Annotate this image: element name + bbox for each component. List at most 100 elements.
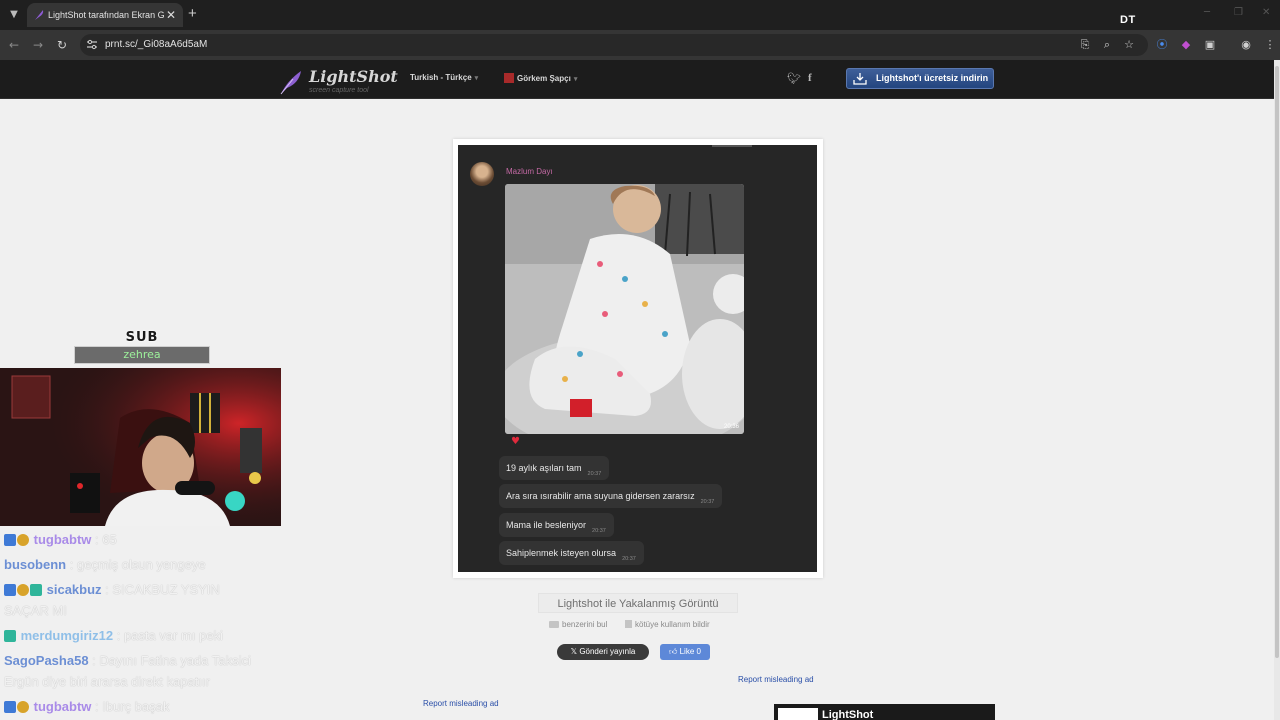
badge-icon — [4, 630, 16, 642]
webcam-illustration — [0, 368, 281, 526]
chat-line: SagoPasha58 : Dayını Fatina yada Taksici — [4, 652, 251, 670]
window-close-icon[interactable]: ✕ — [1262, 7, 1270, 18]
chat-username[interactable]: tugbabtw — [34, 699, 92, 714]
scrollbar-thumb[interactable] — [1275, 66, 1279, 658]
logo-subtitle: screen capture tool — [309, 87, 369, 94]
profile-icon[interactable]: ◉ — [1240, 39, 1252, 51]
chat-line: tugbabtw : 65 — [4, 531, 117, 549]
user-name: Görkem Şapçı — [517, 74, 571, 83]
language-selector[interactable]: Turkish - Türkçe ▾ — [410, 73, 478, 82]
url-text[interactable]: prnt.sc/_Gi08aA6d5aM — [105, 38, 207, 52]
chevron-down-icon: ▾ — [573, 76, 578, 83]
badge-icon — [17, 534, 29, 546]
back-icon[interactable]: ← — [6, 37, 22, 53]
badge-icon — [4, 534, 16, 546]
tweet-button[interactable]: 𝕏 Gönderi yayınla — [557, 644, 649, 660]
thumbs-up-icon: 👍︎ — [669, 647, 680, 656]
stream-overlay-logo: DT — [1120, 14, 1136, 26]
chat-message-text: : SICAKBUZ YSYIN — [105, 582, 220, 597]
badge-icon — [17, 584, 29, 596]
chat-line: busobenn : geçmiş olsun yengeye — [4, 556, 206, 574]
install-icon[interactable]: ⎘ — [1078, 38, 1092, 52]
chat-message: Ara sıra ısırabilir ama suyuna gidersen … — [499, 484, 723, 508]
site-info-icon[interactable] — [86, 39, 98, 51]
badge-icon — [4, 701, 16, 713]
extension-pink-icon[interactable]: ◆ — [1180, 39, 1192, 51]
page-title: Lightshot ile Yakalanmış Görüntü — [538, 593, 738, 613]
report-abuse-label: kötüye kullanım bildir — [635, 620, 710, 629]
chat-line: Ergün diye biri ararsa direkt kapatıır — [4, 673, 210, 691]
chat-username[interactable]: SagoPasha58 — [4, 653, 89, 668]
ad-logo — [778, 708, 818, 720]
menu-icon[interactable]: ⋮ — [1264, 39, 1276, 51]
screenshot-top-edge — [712, 145, 752, 147]
like-button[interactable]: 👍︎ Like 0 — [660, 644, 710, 660]
tab-list-chevron-down-icon[interactable]: ▼ — [6, 7, 22, 23]
x-logo-icon: 𝕏 — [570, 647, 580, 656]
minimize-icon[interactable]: ─ — [1204, 7, 1210, 18]
heart-reaction-icon: ♥ — [511, 436, 520, 447]
message-time: 20:37 — [700, 499, 715, 505]
browser-tab-strip: ▼ LightShot tarafından Ekran Görüntüsü ✕… — [0, 0, 1280, 30]
maximize-icon[interactable]: ❐ — [1234, 7, 1243, 18]
chat-message-text: SAÇAR MI — [4, 603, 67, 618]
report-misleading-ad-link[interactable]: Report misleading ad — [423, 699, 499, 708]
chat-message-text: : 65 — [95, 532, 117, 547]
forward-icon[interactable]: → — [30, 37, 46, 53]
message-text: Mama ile besleniyor — [506, 520, 587, 530]
webcam-feed — [0, 368, 281, 526]
chat-message: Mama ile besleniyor 20:37 — [499, 513, 614, 537]
reload-icon[interactable]: ↻ — [54, 37, 70, 53]
lightshot-logo[interactable]: LightShot screen capture tool — [279, 67, 398, 95]
address-bar[interactable]: prnt.sc/_Gi08aA6d5aM ⎘ ⌕ ☆ — [80, 34, 1148, 56]
chat-message: 19 aylık aşıları tam 20:37 — [499, 456, 610, 480]
like-button-label: Like 0 — [679, 647, 701, 656]
download-tray-icon — [853, 73, 867, 85]
sub-alert-title: SUB — [125, 330, 159, 345]
browser-tab[interactable]: LightShot tarafından Ekran Görüntüsü ✕ — [27, 3, 183, 27]
message-text: Sahiplenmek isteyen olursa — [506, 548, 617, 558]
extension-wave-icon[interactable]: ⦿ — [1156, 39, 1168, 51]
extension-icon[interactable]: ▣ — [1204, 39, 1216, 51]
chat-message-text: Ergün diye biri ararsa direkt kapatıır — [4, 674, 210, 689]
site-header: LightShot screen capture tool — [0, 60, 1280, 99]
report-misleading-ad-link[interactable]: Report misleading ad — [738, 675, 814, 684]
photo-timestamp: 20:36 — [723, 424, 739, 430]
feather-logo-icon — [280, 71, 301, 95]
advertisement[interactable]: LightShot — [774, 704, 995, 720]
logo-text: LightShot — [309, 67, 398, 86]
baby-photo-illustration — [505, 184, 744, 434]
twitter-icon[interactable]: 🐦︎ — [787, 72, 801, 85]
star-icon[interactable]: ☆ — [1122, 38, 1136, 52]
report-abuse-link[interactable]: kötüye kullanım bildir — [625, 620, 710, 629]
language-label: Turkish - Türkçe — [410, 73, 472, 82]
sender-avatar — [470, 162, 494, 186]
screenshot-image[interactable]: Mazlum Dayı 20:36 ♥ 19 aylık aşıları tam… — [458, 145, 817, 572]
facebook-icon[interactable]: f — [808, 72, 812, 84]
message-text: 19 aylık aşıları tam — [506, 463, 582, 473]
chat-line: sicakbuz : SICAKBUZ YSYIN — [4, 581, 220, 599]
message-text: Ara sıra ısırabilir ama suyuna gidersen … — [506, 491, 695, 501]
find-similar-link[interactable]: benzerini bul — [549, 620, 607, 629]
chat-message: Sahiplenmek isteyen olursa 20:37 — [499, 541, 644, 565]
chevron-down-icon: ▾ — [474, 75, 479, 82]
chat-username[interactable]: tugbabtw — [34, 532, 92, 547]
download-button[interactable]: Lightshot'ı ücretsiz indirin — [846, 68, 994, 89]
badge-icon — [30, 584, 42, 596]
chat-line: merdumgiriz12 : pasta var mı peki — [4, 627, 223, 645]
chat-username[interactable]: sicakbuz — [47, 582, 102, 597]
tab-title: LightShot tarafından Ekran Görüntüsü — [48, 10, 164, 20]
tab-close-icon[interactable]: ✕ — [166, 8, 176, 22]
download-button-label: Lightshot'ı ücretsiz indirin — [876, 73, 989, 83]
chat-message-text: : pasta var mı peki — [116, 628, 223, 643]
new-tab-plus-icon[interactable]: + — [188, 6, 197, 22]
user-avatar — [504, 73, 514, 83]
flag-icon — [625, 620, 632, 628]
chat-username[interactable]: busobenn — [4, 557, 66, 572]
zoom-icon[interactable]: ⌕ — [1100, 38, 1114, 52]
sender-name: Mazlum Dayı — [506, 167, 553, 176]
sub-alert-name: zehrea — [74, 346, 210, 364]
user-menu[interactable]: Görkem Şapçı ▾ — [504, 73, 577, 83]
chat-username[interactable]: merdumgiriz12 — [21, 628, 113, 643]
chat-message-text: : geçmiş olsun yengeye — [69, 557, 206, 572]
